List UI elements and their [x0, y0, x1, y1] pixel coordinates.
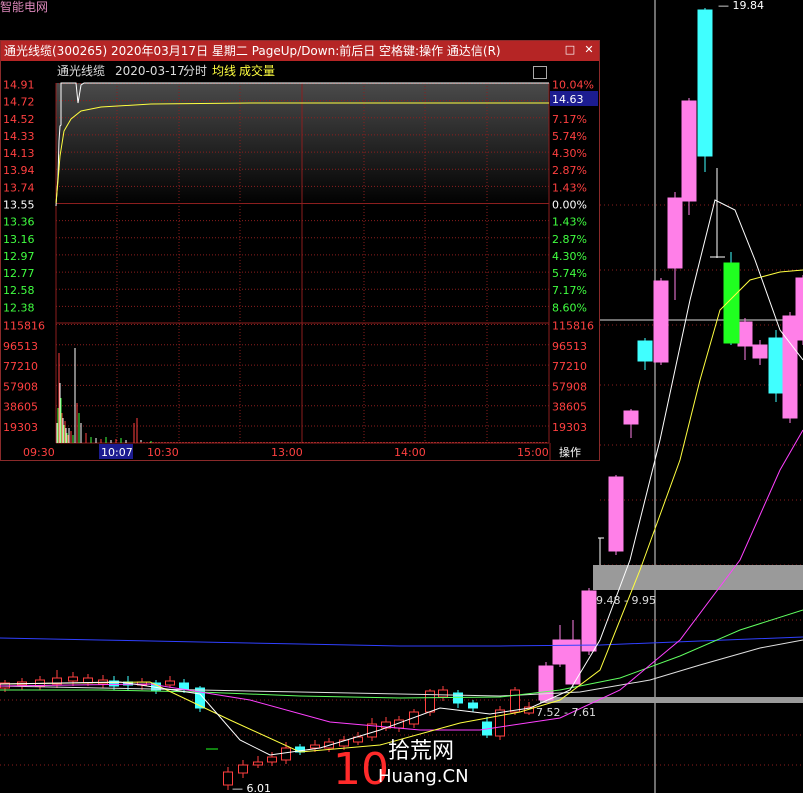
- candle-body: [453, 692, 463, 704]
- price-axis-right: 1.43%: [552, 216, 587, 229]
- price-axis-left: 14.72: [3, 96, 35, 109]
- candle-body: [281, 747, 291, 761]
- price-axis-right: 8.60%: [552, 301, 587, 314]
- kline-high-label: — 19.84: [718, 0, 764, 12]
- candle-body: [310, 744, 320, 749]
- candle-body: [68, 676, 78, 682]
- candle-body: [581, 590, 597, 652]
- volume-axis-right: 38605: [552, 401, 587, 414]
- operate-label: 操作: [559, 445, 581, 459]
- candle-body: [165, 680, 175, 686]
- candle-body: [253, 761, 263, 766]
- price-axis-left: 14.13: [3, 147, 35, 160]
- price-axis-left: 12.77: [3, 267, 35, 280]
- site-tag: 智能电网: [0, 0, 49, 14]
- volume-axis-right: 96513: [552, 340, 587, 353]
- candle-body: [468, 702, 478, 709]
- volume-axis-right: 77210: [552, 360, 587, 373]
- candle-body: [782, 315, 798, 419]
- time-axis-label: 13:00: [271, 446, 303, 459]
- price-axis-left: 14.33: [3, 130, 35, 143]
- candle-body: [238, 764, 248, 774]
- price-axis-left: 14.91: [3, 79, 35, 92]
- volume-axis-left: 77210: [3, 360, 38, 373]
- candle-body: [737, 321, 753, 347]
- candle-body: [179, 682, 189, 690]
- price-axis-right: 4.30%: [552, 147, 587, 160]
- volume-axis-right: 57908: [552, 380, 587, 393]
- chip-zone-bar: [593, 565, 803, 590]
- candle-body: [667, 197, 683, 269]
- candle-body: [438, 689, 448, 698]
- kline-low-label: — 6.01: [232, 782, 271, 793]
- current-price-label: 14.63: [552, 93, 584, 106]
- price-axis-left: 14.52: [3, 113, 35, 126]
- price-axis-left: 13.16: [3, 233, 35, 246]
- price-axis-left: 13.55: [3, 199, 35, 212]
- kline-range-label: 7.52 - 7.61: [536, 706, 596, 719]
- price-axis-right: 7.17%: [552, 113, 587, 126]
- price-axis-left: 13.94: [3, 164, 35, 177]
- price-axis-left: 12.58: [3, 284, 35, 297]
- price-axis-right: 0.00%: [552, 199, 587, 212]
- price-axis-right: 7.17%: [552, 284, 587, 297]
- ma-line-blue: [0, 636, 803, 647]
- candle-body: [653, 280, 669, 363]
- candle-body: [510, 689, 520, 713]
- time-axis-label: 15:00: [517, 446, 549, 459]
- volume-axis-left: 96513: [3, 340, 38, 353]
- candle-body: [697, 9, 713, 157]
- candle-body: [795, 277, 803, 341]
- price-axis-right: 2.87%: [552, 164, 587, 177]
- watermark-domain: Huang.CN: [378, 766, 469, 787]
- price-axis-right: 1.43%: [552, 181, 587, 194]
- ma-line-gray: [0, 639, 803, 697]
- candle-body: [267, 756, 277, 763]
- candle-body: [637, 340, 653, 362]
- watermark-text: 拾荒网: [388, 739, 454, 764]
- candle-body: [552, 639, 568, 665]
- volume-axis-left: 38605: [3, 401, 38, 414]
- price-axis-right: 5.74%: [552, 267, 587, 280]
- price-axis-right: 4.30%: [552, 250, 587, 263]
- time-axis-label: 09:30: [23, 446, 55, 459]
- volume-axis-left: 115816: [3, 320, 45, 333]
- candle-body: [752, 344, 768, 359]
- candle-body: [538, 665, 554, 701]
- intraday-chart[interactable]: 14.91 10.04% 14.72 8.60% 14.52 7.17% 14.33 5.74…: [1, 41, 599, 460]
- candle-body: [768, 337, 784, 394]
- price-axis-right: 5.74%: [552, 130, 587, 143]
- chip-zone-bar: [540, 697, 803, 703]
- candle-body: [495, 709, 505, 737]
- price-axis-left: 13.36: [3, 216, 35, 229]
- candle-body: [623, 410, 639, 425]
- kline-range-label: 9.48 - 9.95: [596, 594, 656, 607]
- intraday-popup[interactable]: 通光线缆(300265) 2020年03月17日 星期二 PageUp/Down…: [0, 40, 600, 461]
- candle-body: [723, 262, 740, 344]
- price-axis-right: 2.87%: [552, 233, 587, 246]
- price-axis-right: 10.04%: [552, 79, 594, 92]
- price-axis-left: 12.97: [3, 250, 35, 263]
- price-axis-left: 13.74: [3, 181, 35, 194]
- volume-axis-right: 115816: [552, 320, 594, 333]
- candle-body: [681, 100, 697, 202]
- volume-axis-left: 19303: [3, 421, 38, 434]
- time-axis-label: 10:30: [147, 446, 179, 459]
- price-axis-left: 12.38: [3, 301, 35, 314]
- right-border: [549, 83, 550, 443]
- candle-body: [608, 476, 624, 552]
- volume-axis-right: 19303: [552, 421, 587, 434]
- time-axis-label: 14:00: [394, 446, 426, 459]
- intraday-grid: [55, 83, 550, 444]
- volume-axis-left: 57908: [3, 380, 38, 393]
- watermark-logo: 10 拾荒网Huang.CN: [333, 739, 469, 793]
- time-axis-label: 10:07: [101, 446, 133, 459]
